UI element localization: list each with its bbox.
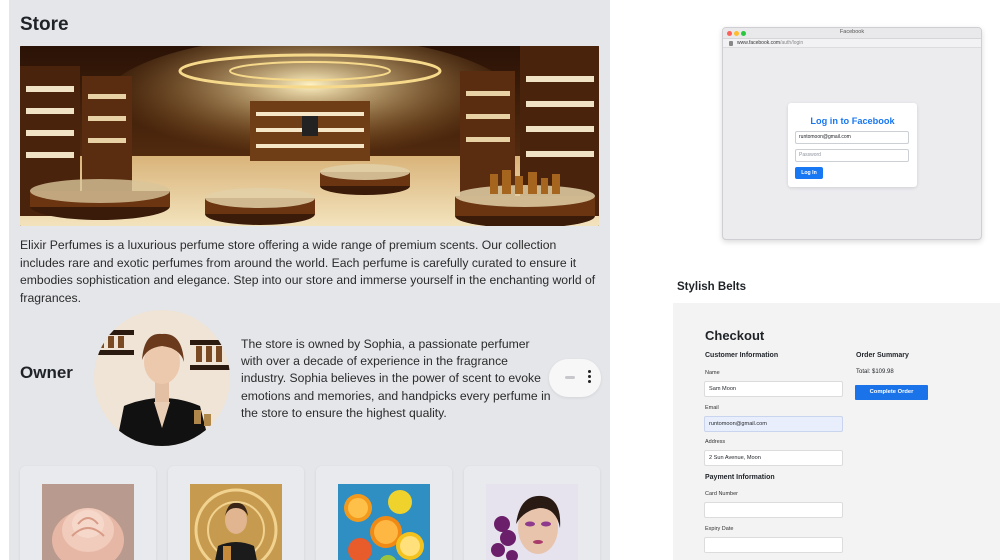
login-button[interactable]: Log In bbox=[795, 167, 823, 179]
owner-heading: Owner bbox=[20, 363, 73, 382]
store-description: Elixir Perfumes is a luxurious perfume s… bbox=[20, 238, 596, 305]
product-image-citrus bbox=[338, 484, 430, 560]
customer-info-heading: Customer Information bbox=[705, 352, 779, 359]
card-number-field[interactable] bbox=[704, 502, 843, 518]
more-vertical-icon[interactable] bbox=[587, 370, 591, 386]
section-title: Stylish Belts bbox=[677, 281, 747, 293]
name-label: Name bbox=[705, 370, 720, 376]
url-host: www.facebook.com bbox=[737, 40, 781, 46]
url-path: /auth/login bbox=[780, 40, 804, 46]
address-label: Address bbox=[705, 439, 726, 445]
order-summary-heading: Order Summary bbox=[856, 352, 909, 359]
payment-info-heading: Payment Information bbox=[705, 474, 775, 481]
checkout-title: Checkout bbox=[705, 328, 765, 343]
address-field[interactable]: 2 Sun Avenue, Moon bbox=[704, 450, 843, 466]
store-title: Store bbox=[20, 14, 69, 35]
product-card[interactable] bbox=[316, 466, 452, 560]
facebook-login-window: Facebook www.facebook.com/auth/login Log… bbox=[722, 27, 982, 240]
url-bar[interactable]: www.facebook.com/auth/login bbox=[723, 39, 981, 48]
product-card[interactable] bbox=[168, 466, 304, 560]
store-hero-image bbox=[20, 46, 599, 226]
checkout-panel: Checkout Customer Information Order Summ… bbox=[673, 303, 1000, 560]
expiry-date-field[interactable] bbox=[704, 537, 843, 553]
floating-actions-pill[interactable] bbox=[549, 359, 601, 397]
product-image-gentleman bbox=[190, 484, 282, 560]
email-field[interactable]: runtomoon@gmail.com bbox=[704, 416, 843, 432]
window-titlebar: Facebook bbox=[723, 28, 981, 39]
owner-bio: The store is owned by Sophia, a passiona… bbox=[241, 337, 551, 420]
product-card[interactable] bbox=[20, 466, 156, 560]
complete-order-button[interactable]: Complete Order bbox=[855, 385, 928, 400]
window-title: Facebook bbox=[839, 29, 865, 35]
drag-handle-icon[interactable] bbox=[565, 376, 575, 379]
login-card: Log in to Facebook runtomoon@gmail.com P… bbox=[788, 103, 917, 187]
login-heading: Log in to Facebook bbox=[810, 116, 895, 126]
email-label: Email bbox=[705, 405, 719, 411]
password-input[interactable]: Password bbox=[795, 149, 909, 162]
expiry-date-label: Expiry Date bbox=[705, 526, 734, 532]
order-total: Total: $109.98 bbox=[856, 369, 894, 375]
owner-photo bbox=[94, 310, 230, 446]
product-image-model bbox=[486, 484, 578, 560]
name-field[interactable]: Sam Moon bbox=[704, 381, 843, 397]
store-panel: Store Elixir Perfumes is a luxurious per… bbox=[9, 0, 610, 560]
product-card[interactable] bbox=[464, 466, 600, 560]
lock-icon bbox=[729, 41, 733, 46]
email-input[interactable]: runtomoon@gmail.com bbox=[795, 131, 909, 144]
card-number-label: Card Number bbox=[705, 491, 739, 497]
product-image-rose bbox=[42, 484, 134, 560]
